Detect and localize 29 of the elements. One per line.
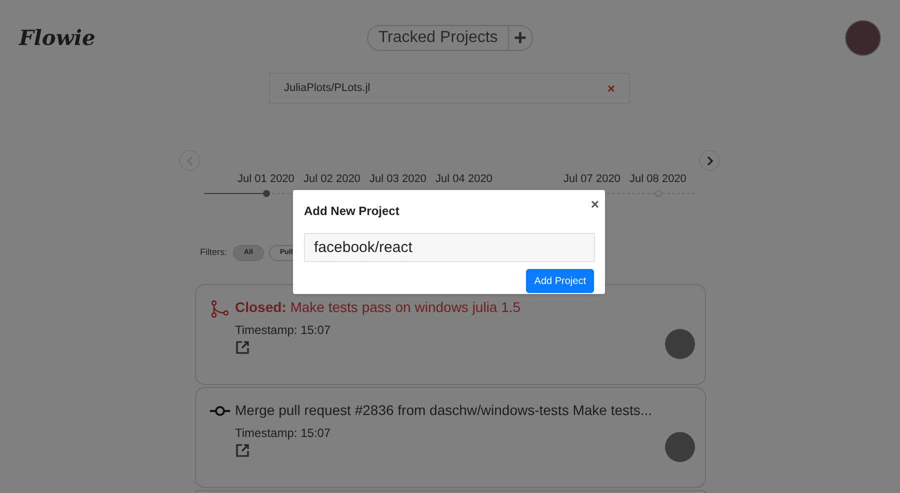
event-title: Closed: Make tests pass on windows julia 1.5	[235, 298, 522, 317]
dialog-title: Add New Project	[304, 203, 400, 220]
remove-button[interactable]: ×	[607, 78, 615, 98]
chevron-right-icon	[706, 156, 714, 166]
add-project-button[interactable]: +	[508, 26, 532, 50]
branch-icon	[211, 300, 229, 318]
timeline-date[interactable]: Jul 07 2020	[559, 171, 625, 188]
project-input-field[interactable]: facebook/react	[304, 233, 595, 262]
timeline-date[interactable]: Jul 03 2020	[365, 171, 431, 188]
logo: Flowie	[19, 24, 96, 52]
filters-label: Filters:	[200, 246, 227, 260]
avatar	[665, 329, 695, 359]
commit-icon	[210, 406, 230, 416]
timeline-date[interactable]: Jul 02 2020	[299, 171, 365, 188]
close-button[interactable]: ×	[590, 194, 599, 215]
event-title: Merge pull request #2836 from daschw/windows-tests Make tests...	[235, 401, 654, 420]
external-link-icon[interactable]	[236, 341, 249, 354]
external-link-icon[interactable]	[236, 444, 249, 457]
add-project-button[interactable]: Add Project	[526, 269, 594, 293]
next-button[interactable]	[699, 150, 720, 171]
avatar[interactable]	[845, 20, 881, 56]
event-timestamp: Timestamp: 15:07	[235, 322, 332, 339]
timeline-date[interactable]: Jul 08 2020	[625, 171, 691, 188]
timeline-date[interactable]: Jul 04 2020	[431, 171, 497, 188]
timeline-date[interactable]: Jul 01 2020	[233, 171, 299, 188]
tracked-projects-button[interactable]: Tracked Projects	[368, 26, 509, 50]
project-name: JuliaPlots/PLots.jl	[284, 81, 370, 96]
avatar	[665, 432, 695, 462]
event-timestamp: Timestamp: 15:07	[235, 425, 332, 442]
